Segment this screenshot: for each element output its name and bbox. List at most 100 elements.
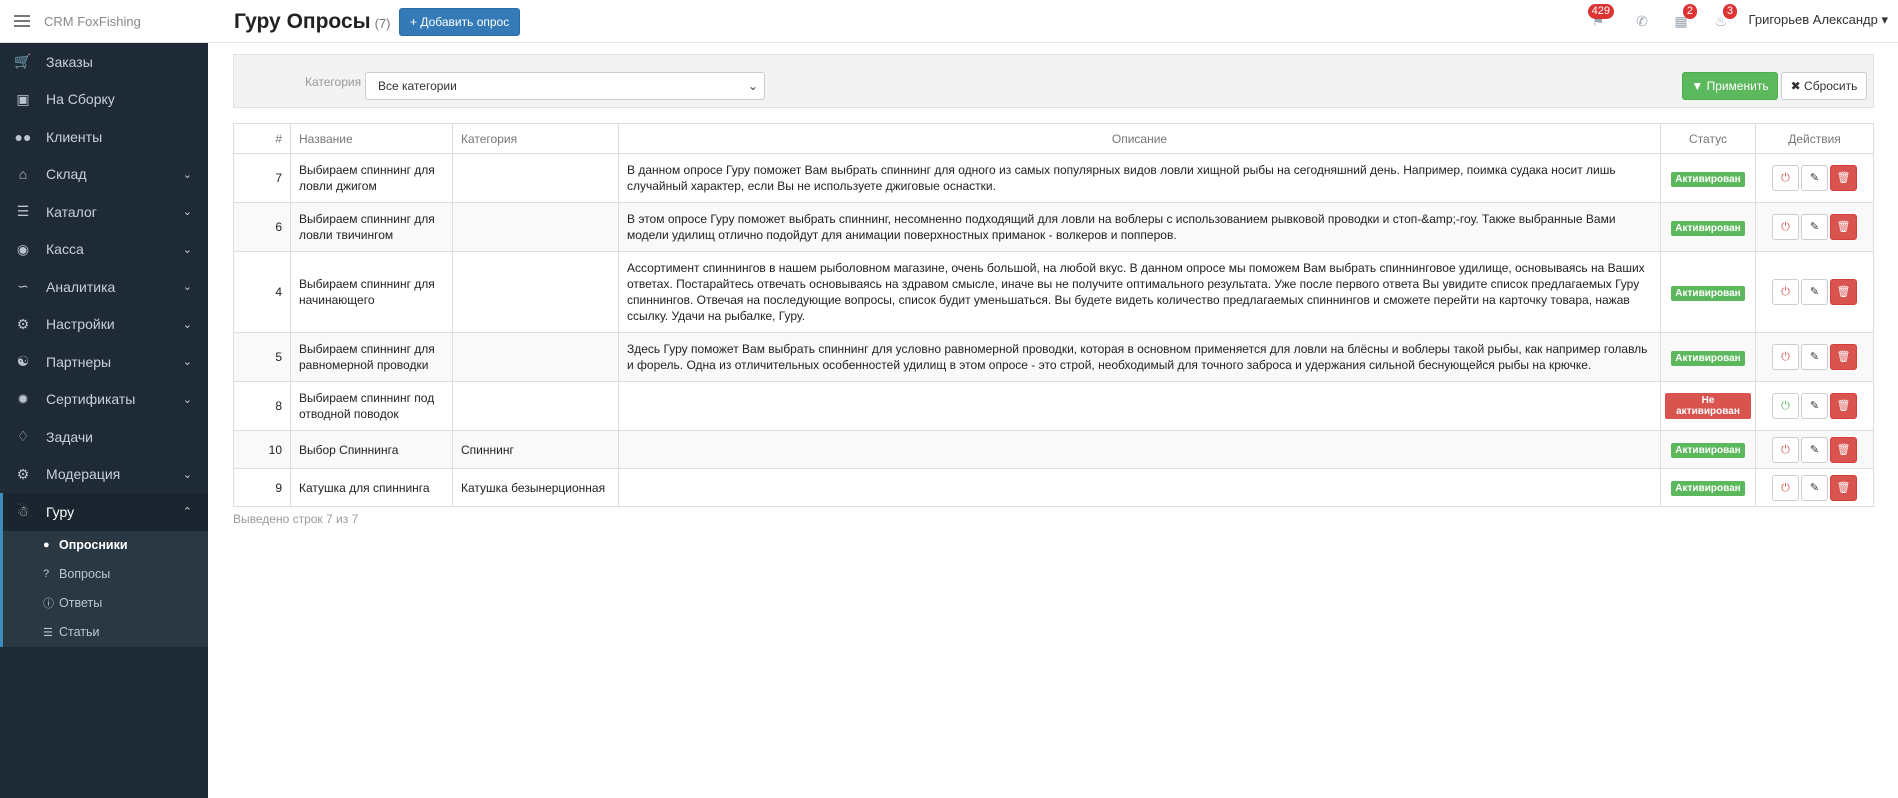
sidebar-item-tasks[interactable]: ♢ Задачи (0, 418, 208, 456)
cell-category (452, 381, 619, 431)
sidebar-subitem-answers[interactable]: ⓘ Ответы (3, 589, 208, 618)
sidebar-subitem-articles[interactable]: ☰ Статьи (3, 618, 208, 647)
sidebar-item-label: На Сборку (46, 91, 115, 108)
trash-icon: 🗑 (1836, 400, 1851, 412)
status-badge: Активирован (1671, 481, 1745, 496)
sidebar-item-moderation[interactable]: ⚙ Модерация ⌄ (0, 456, 208, 494)
pencil-icon: ✎ (1809, 481, 1820, 494)
sidebar-item-certificates[interactable]: ✹ Сертификаты ⌄ (0, 381, 208, 419)
gears-icon: ⚙ (16, 465, 30, 482)
edit-button[interactable]: ✎ (1801, 165, 1828, 191)
col-header-category[interactable]: Категория (452, 123, 619, 154)
sidebar-item-analytics[interactable]: ∽ Аналитика ⌄ (0, 268, 208, 306)
surveys-table: # Название Категория Описание Статус Дей… (233, 123, 1874, 507)
chevron-down-icon: ⌄ (182, 243, 192, 256)
delete-button[interactable]: 🗑 (1830, 474, 1857, 501)
calendar-icon[interactable]: ▦ 2 (1671, 4, 1697, 30)
sidebar-item-label: Заказы (46, 53, 93, 70)
sidebar-subitem-label: Вопросы (59, 567, 111, 581)
toggle-power-button[interactable]: ⏻ (1772, 344, 1799, 370)
user-menu[interactable]: Григорьев Александр ▾ (1749, 12, 1888, 28)
sidebar-item-orders[interactable]: 🛒 Заказы (0, 43, 208, 81)
sidebar-item-assembly[interactable]: ▣ На Сборку (0, 81, 208, 119)
messages-icon[interactable]: ⚑ 429 (1587, 4, 1614, 30)
sidebar-item-cash[interactable]: ◉ Касса ⌄ (0, 231, 208, 269)
edit-button[interactable]: ✎ (1801, 279, 1828, 305)
cell-description (618, 468, 1661, 507)
cell-category: Спиннинг (452, 430, 619, 469)
delete-button[interactable]: 🗑 (1830, 279, 1857, 305)
chevron-down-icon: ⌄ (747, 79, 758, 93)
sidebar-item-warehouse[interactable]: ⌂ Склад ⌄ (0, 156, 208, 194)
sidebar: CRM FoxFishing 🛒 Заказы ▣ На Сборку ●● К… (0, 0, 208, 798)
sidebar-subitem-questions[interactable]: ? Вопросы (3, 560, 208, 589)
sidebar-item-settings[interactable]: ⚙ Настройки ⌄ (0, 306, 208, 344)
status-badge: Активирован (1671, 350, 1745, 366)
toggle-power-button[interactable]: ⏻ (1772, 279, 1799, 305)
table-row: 6 Выбираем спиннинг для ловли твичингом … (233, 202, 1874, 252)
toggle-power-button[interactable]: ⏻ (1772, 393, 1799, 419)
toggle-power-button[interactable]: ⏻ (1772, 436, 1799, 463)
cell-status: Активирован (1660, 251, 1756, 333)
sidebar-item-label: Аналитика (46, 278, 116, 295)
cell-description: Ассортимент спиннингов в нашем рыболовно… (618, 251, 1661, 333)
col-header-id[interactable]: # (233, 123, 291, 154)
category-select[interactable]: Все категории ⌄ (365, 72, 765, 100)
cell-description: В этом опросе Гуру поможет выбрать спинн… (618, 202, 1661, 252)
hamburger-icon[interactable] (14, 12, 30, 30)
edit-button[interactable]: ✎ (1801, 214, 1828, 240)
bell-icon[interactable]: ♨ 3 (1711, 4, 1737, 30)
apply-filter-button[interactable]: ▼ Применить (1682, 72, 1778, 100)
archive-icon: ▣ (16, 90, 30, 107)
power-icon: ⏻ (1781, 443, 1790, 456)
cell-description (618, 381, 1661, 431)
cell-status: Не активирован (1660, 381, 1756, 431)
delete-button[interactable]: 🗑 (1830, 214, 1857, 240)
sidebar-subitem-surveys[interactable]: ● Опросники (3, 531, 208, 560)
edit-button[interactable]: ✎ (1801, 474, 1828, 501)
sidebar-item-label: Задачи (46, 428, 94, 445)
delete-button[interactable]: 🗑 (1830, 344, 1857, 370)
sidebar-item-label: Клиенты (46, 128, 103, 145)
delete-button[interactable]: 🗑 (1830, 165, 1857, 191)
delete-button[interactable]: 🗑 (1830, 393, 1857, 419)
sidebar-item-clients[interactable]: ●● Клиенты (0, 118, 208, 156)
filter-icon: ▼ (1691, 79, 1704, 93)
calendar-badge: 2 (1682, 4, 1697, 19)
col-header-name[interactable]: Название (290, 123, 453, 154)
cell-name: Выбор Спиннинга (290, 430, 453, 469)
cart-icon: 🛒 (14, 53, 32, 70)
caret-down-icon: ▾ (1881, 12, 1888, 27)
gears-icon: ⚙ (16, 315, 30, 332)
brand-name[interactable]: CRM FoxFishing (44, 14, 141, 29)
sidebar-item-label: Касса (46, 241, 84, 258)
delete-button[interactable]: 🗑 (1830, 436, 1857, 463)
sidebar-item-catalog[interactable]: ☰ Каталог ⌄ (0, 193, 208, 231)
reset-filter-button[interactable]: ✖ Сбросить (1781, 72, 1867, 100)
sidebar-item-guru[interactable]: ☃ Гуру ⌃ (0, 493, 208, 531)
edit-button[interactable]: ✎ (1801, 436, 1828, 463)
phone-icon[interactable]: ✆ (1632, 12, 1652, 30)
cell-description (618, 430, 1661, 469)
sidebar-item-label: Настройки (46, 316, 115, 333)
cell-status: Активирован (1660, 153, 1756, 203)
toggle-power-button[interactable]: ⏻ (1772, 165, 1799, 191)
toggle-power-button[interactable]: ⏻ (1772, 474, 1799, 501)
question-circle-icon: ⓘ (43, 598, 54, 610)
survey-count: (7) (374, 16, 391, 31)
col-header-description[interactable]: Описание (618, 123, 1661, 154)
trash-icon: 🗑 (1836, 286, 1851, 298)
sidebar-item-partners[interactable]: ☯ Партнеры ⌄ (0, 343, 208, 381)
edit-button[interactable]: ✎ (1801, 393, 1828, 419)
question-icon: ? (43, 568, 50, 580)
cell-category (452, 332, 619, 382)
add-survey-button[interactable]: + Добавить опрос (399, 8, 521, 36)
comments-icon: ● (43, 539, 50, 551)
edit-button[interactable]: ✎ (1801, 344, 1828, 370)
col-header-status[interactable]: Статус (1660, 123, 1756, 154)
table-row: 9 Катушка для спиннинга Катушка безынерц… (233, 468, 1874, 507)
table-row: 8 Выбираем спиннинг под отводной поводок… (233, 381, 1874, 431)
sidebar-item-label: Каталог (46, 203, 97, 220)
toggle-power-button[interactable]: ⏻ (1772, 214, 1799, 240)
sidebar-item-label: Партнеры (46, 353, 112, 370)
